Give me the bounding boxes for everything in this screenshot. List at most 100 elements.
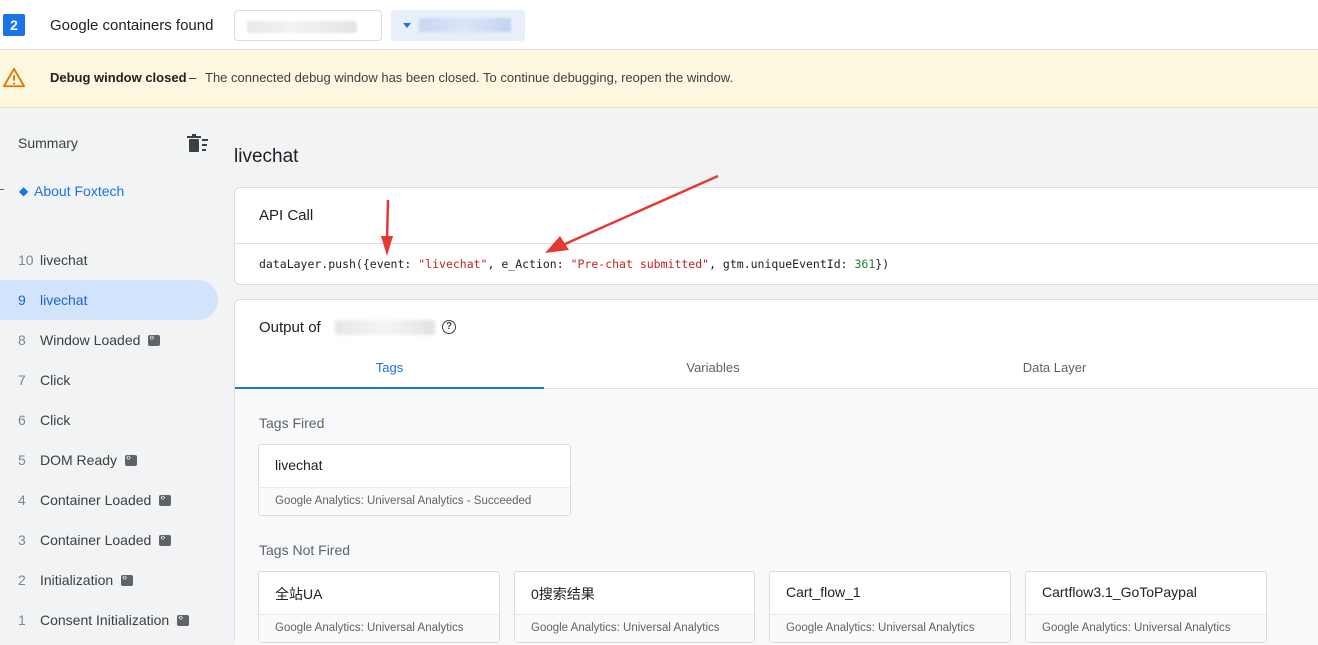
event-number: 1 (18, 612, 26, 628)
event-name-text: Container Loaded (40, 532, 152, 548)
tab-variables[interactable]: Variables (544, 353, 882, 389)
redacted-container-name (419, 18, 511, 32)
tag-type: Google Analytics: Universal Analytics (259, 614, 499, 642)
code-badge-icon (148, 332, 161, 346)
event-number: 4 (18, 492, 26, 508)
event-name: Window Loaded (40, 332, 161, 348)
tag-name: livechat (275, 457, 323, 473)
event-name-text: Initialization (40, 572, 114, 588)
page-title: livechat (234, 146, 299, 167)
fired-tag-card[interactable]: livechat Google Analytics: Universal Ana… (258, 444, 571, 516)
code-badge-icon (121, 572, 134, 586)
event-name: livechat (40, 292, 87, 308)
help-circle-icon[interactable]: ? (442, 320, 456, 334)
container-count-badge: 2 (3, 14, 25, 36)
sidebar-event-item[interactable]: 7 Click (0, 360, 218, 400)
event-number: 8 (18, 332, 26, 348)
sidebar-event-item[interactable]: 4 Container Loaded (0, 480, 218, 520)
sidebar-event-item[interactable]: 2 Initialization (0, 560, 218, 600)
sidebar-event-item[interactable]: 3 Container Loaded (0, 520, 218, 560)
event-number: 2 (18, 572, 26, 588)
about-label: About Foxtech (34, 183, 125, 199)
code-text: , gtm.uniqueEventId: (709, 257, 855, 271)
redacted-container-id (247, 21, 357, 33)
event-name-text: Container Loaded (40, 492, 152, 508)
diamond-icon: ◆ (19, 184, 29, 198)
event-number: 6 (18, 412, 26, 428)
code-number: 361 (854, 257, 876, 271)
event-name-text: livechat (40, 292, 88, 308)
container-chip[interactable] (391, 10, 525, 41)
event-name-text: Click (40, 372, 71, 388)
code-badge-icon (159, 532, 172, 546)
output-card: Output of ? Tags Variables Data Layer Ta… (234, 299, 1318, 645)
not-fired-tag-card[interactable]: Cartflow3.1_GoToPaypal Google Analytics:… (1025, 571, 1267, 643)
container-select[interactable] (234, 10, 382, 41)
api-call-heading: API Call (259, 207, 314, 224)
not-fired-tag-card[interactable]: 0搜索结果 Google Analytics: Universal Analyt… (514, 571, 755, 643)
event-name: Click (40, 412, 70, 428)
event-name-text: livechat (40, 252, 88, 268)
api-call-card: API Call dataLayer.push({event: "livecha… (234, 187, 1318, 285)
banner-message: The connected debug window has been clos… (205, 70, 734, 85)
event-name: Container Loaded (40, 532, 172, 548)
tag-name: 全站UA (275, 586, 323, 602)
tab-tags[interactable]: Tags (235, 353, 544, 389)
event-number: 3 (18, 532, 26, 548)
event-name: DOM Ready (40, 452, 138, 468)
summary-link[interactable]: Summary (18, 135, 78, 151)
tag-name: 0搜索结果 (531, 586, 595, 602)
event-name-text: Window Loaded (40, 332, 141, 348)
event-number: 5 (18, 452, 26, 468)
api-call-code: dataLayer.push({event: "livechat", e_Act… (259, 257, 889, 271)
tag-type: Google Analytics: Universal Analytics - … (259, 487, 570, 515)
not-fired-tag-card[interactable]: 全站UA Google Analytics: Universal Analyti… (258, 571, 500, 643)
divider (235, 243, 1318, 244)
redacted-container-name (335, 320, 435, 335)
sidebar-event-item[interactable]: 9 livechat (0, 280, 218, 320)
tree-connector (0, 189, 4, 190)
event-number: 10 (18, 252, 34, 268)
output-tabs: Tags Variables Data Layer (235, 353, 1318, 389)
event-number: 9 (18, 292, 26, 308)
sidebar-event-item[interactable]: 10 livechat (0, 240, 218, 280)
delete-sweep-icon[interactable] (186, 134, 210, 154)
banner-title: Debug window closed (50, 70, 187, 85)
code-string: "Pre-chat submitted" (570, 257, 710, 271)
not-fired-tag-card[interactable]: Cart_flow_1 Google Analytics: Universal … (769, 571, 1011, 643)
sidebar-event-item[interactable]: 6 Click (0, 400, 218, 440)
chevron-down-icon (403, 23, 411, 28)
event-name: Consent Initialization (40, 612, 190, 628)
event-name: Click (40, 372, 70, 388)
code-text: }) (875, 257, 890, 271)
code-badge-icon (177, 612, 190, 626)
event-name: Initialization (40, 572, 134, 588)
code-text: , e_Action: (487, 257, 571, 271)
sidebar-event-item[interactable]: 5 DOM Ready (0, 440, 218, 480)
debug-closed-banner: Debug window closed – The connected debu… (0, 50, 1318, 108)
code-badge-icon (159, 492, 172, 506)
banner-separator: – (189, 70, 197, 85)
code-text: dataLayer.push({event: (259, 257, 419, 271)
tag-type: Google Analytics: Universal Analytics (515, 614, 754, 642)
event-name-text: Consent Initialization (40, 612, 170, 628)
tab-data-layer[interactable]: Data Layer (882, 353, 1227, 389)
sidebar-item-about[interactable]: ◆ About Foxtech (0, 181, 220, 203)
event-number: 7 (18, 372, 26, 388)
warning-triangle-icon (3, 67, 25, 88)
code-badge-icon (125, 452, 138, 466)
tag-name: Cartflow3.1_GoToPaypal (1042, 584, 1197, 600)
sidebar-event-item[interactable]: 8 Window Loaded (0, 320, 218, 360)
event-name-text: DOM Ready (40, 452, 118, 468)
output-heading: Output of (259, 319, 321, 336)
tag-name: Cart_flow_1 (786, 584, 861, 600)
event-name: livechat (40, 252, 87, 268)
top-bar: 2 Google containers found (0, 0, 1318, 50)
sidebar-event-item[interactable]: 1 Consent Initialization (0, 600, 218, 640)
event-name-text: Click (40, 412, 71, 428)
tags-panel: Tags Fired livechat Google Analytics: Un… (235, 389, 1318, 645)
code-string: "livechat" (418, 257, 488, 271)
event-sidebar: Summary ◆ About Foxtech 10 livechat 9 livec… (0, 108, 232, 644)
tags-not-fired-label: Tags Not Fired (259, 542, 351, 558)
tag-type: Google Analytics: Universal Analytics (1026, 614, 1266, 642)
